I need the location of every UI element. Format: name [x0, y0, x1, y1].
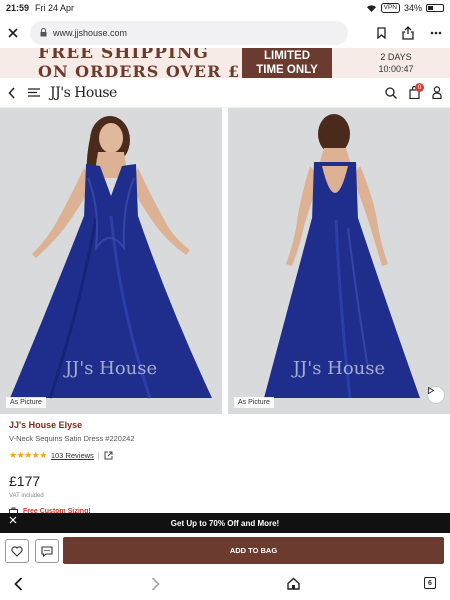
- reviews-link[interactable]: 103 Reviews: [51, 451, 94, 460]
- external-link-icon[interactable]: [104, 451, 113, 460]
- browser-url-bar: www.jjshouse.com: [0, 17, 450, 48]
- share-icon[interactable]: [402, 25, 414, 40]
- chat-icon: [41, 545, 53, 557]
- product-image-front[interactable]: JJ's House As Picture: [0, 108, 222, 414]
- battery-icon: [426, 4, 444, 12]
- product-info: JJ's House Elyse V-Neck Sequins Satin Dr…: [9, 420, 439, 516]
- vpn-badge: VPN: [380, 3, 400, 13]
- heart-icon: [11, 545, 23, 557]
- site-header: JJ's House 0: [0, 78, 450, 108]
- status-date: Fri 24 Apr: [35, 3, 75, 13]
- product-actions: ADD TO BAG: [0, 535, 450, 567]
- offer-text: Get Up to 70% Off and More!: [170, 518, 280, 528]
- offer-strip[interactable]: Get Up to 70% Off and More!: [0, 513, 450, 533]
- product-price: £177: [9, 473, 41, 489]
- menu-icon[interactable]: [28, 88, 40, 97]
- lock-icon: [40, 28, 47, 37]
- back-chevron-icon[interactable]: [8, 86, 16, 99]
- limited-line2: TIME ONLY: [256, 64, 318, 76]
- promo-banner[interactable]: FREE SHIPPING ON ORDERS OVER £129 LIMITE…: [0, 48, 450, 78]
- status-time: 21:59: [6, 3, 30, 13]
- product-rating: ★★★★★ 103 Reviews |: [9, 450, 439, 461]
- close-offer-icon[interactable]: [9, 516, 17, 524]
- address-field[interactable]: www.jjshouse.com: [30, 20, 348, 45]
- image-watermark: JJ's House: [292, 358, 386, 379]
- bookmark-icon[interactable]: [377, 26, 386, 39]
- vat-note: VAT included: [9, 493, 44, 499]
- search-icon[interactable]: [385, 86, 397, 99]
- account-icon[interactable]: [432, 86, 442, 99]
- tabs-button[interactable]: 6: [424, 577, 436, 589]
- divider: |: [97, 451, 100, 460]
- status-indicators: VPN 34%: [366, 3, 444, 13]
- site-logo[interactable]: JJ's House: [50, 85, 117, 101]
- image-watermark: JJ's House: [64, 358, 158, 379]
- url-text: www.jjshouse.com: [53, 27, 128, 38]
- limited-time-badge: LIMITED TIME ONLY: [242, 48, 332, 78]
- limited-line1: LIMITED: [264, 50, 310, 62]
- free-shipping-text: FREE SHIPPING ON ORDERS OVER £129: [38, 48, 276, 78]
- promo-line1: FREE SHIPPING: [38, 48, 209, 63]
- promo-line2: ON ORDERS OVER £129: [38, 62, 277, 78]
- add-to-bag-button[interactable]: ADD TO BAG: [63, 537, 444, 564]
- wifi-icon: [366, 4, 377, 12]
- as-picture-label: As Picture: [234, 397, 274, 408]
- cart-count-badge: 0: [415, 83, 424, 92]
- battery-level: 34%: [403, 3, 422, 13]
- tab-count: 6: [424, 577, 436, 589]
- more-icon[interactable]: [430, 31, 442, 35]
- browser-forward-icon[interactable]: [151, 577, 160, 591]
- home-icon[interactable]: [287, 577, 300, 590]
- play-video-button[interactable]: [427, 386, 445, 404]
- browser-back-icon[interactable]: [14, 577, 23, 591]
- rating-stars: ★★★★★: [9, 450, 47, 460]
- browser-toolbar: 6: [0, 570, 450, 600]
- countdown: 2 DAYS 10:00:47: [366, 51, 426, 75]
- product-image-back[interactable]: JJ's House As Picture: [228, 108, 450, 414]
- as-picture-label: As Picture: [6, 397, 46, 408]
- countdown-time: 10:00:47: [378, 64, 414, 74]
- wishlist-button[interactable]: [5, 539, 29, 563]
- product-name: JJ's House Elyse: [9, 420, 83, 430]
- status-bar: 21:59 Fri 24 Apr VPN 34%: [0, 0, 450, 16]
- countdown-days: 2 DAYS: [380, 52, 412, 62]
- chat-button[interactable]: [35, 539, 59, 563]
- close-icon[interactable]: [8, 27, 18, 38]
- product-subtitle: V-Neck Sequins Satin Dress #220242: [9, 434, 135, 443]
- shopping-bag-icon[interactable]: 0: [409, 83, 424, 99]
